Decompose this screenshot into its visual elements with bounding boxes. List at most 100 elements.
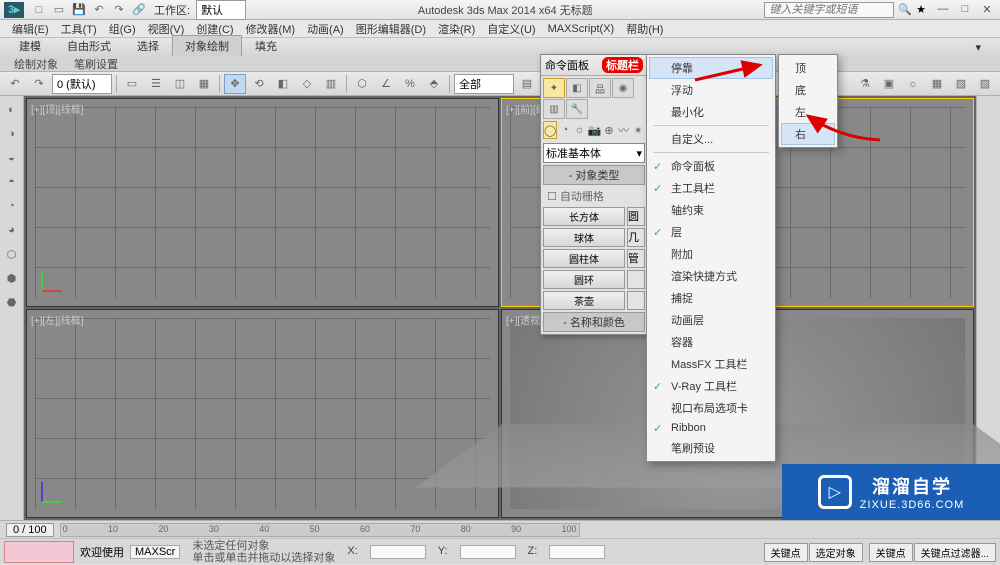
ctx-containers[interactable]: 容器 (649, 331, 773, 353)
ctx-command-panel[interactable]: 命令面板 (649, 155, 773, 177)
systems-icon[interactable]: ✴ (631, 121, 645, 139)
ctx-extras[interactable]: 附加 (649, 243, 773, 265)
menu-animation[interactable]: 动画(A) (301, 21, 350, 37)
selection-filter-dropdown[interactable]: 0 (默认) (52, 74, 112, 94)
snap-toggle-icon[interactable]: ⬡ (351, 74, 373, 94)
help-search-input[interactable] (764, 2, 894, 18)
ctx-customize[interactable]: 自定义... (649, 128, 773, 150)
ctx-main-toolbar[interactable]: 主工具栏 (649, 177, 773, 199)
dock-icon-5[interactable]: ◔ (2, 196, 22, 216)
motion-tab-icon[interactable]: ◉ (612, 78, 634, 98)
set-key-button2[interactable]: 关键点 (869, 543, 913, 562)
tube-stub[interactable]: 管 (627, 249, 645, 268)
qat-open-icon[interactable]: ▭ (50, 2, 68, 18)
qat-save-icon[interactable]: 💾 (70, 2, 88, 18)
teapot-button[interactable]: 茶壶 (543, 291, 625, 310)
vp-label-top[interactable]: [+][顶][线框] (31, 101, 84, 116)
dock-icon-6[interactable]: ◕ (2, 220, 22, 240)
ctx-render-shortcuts[interactable]: 渲染快捷方式 (649, 265, 773, 287)
tb-extra1-icon[interactable]: ▦ (926, 74, 948, 94)
angle-snap-icon[interactable]: ∠ (375, 74, 397, 94)
pyramid-stub[interactable] (627, 270, 645, 289)
qat-new-icon[interactable]: □ (30, 2, 48, 18)
coord-z-input[interactable] (549, 545, 605, 559)
tab-populate[interactable]: 填充 (242, 35, 290, 56)
geosphere-stub[interactable]: 几 (627, 228, 645, 247)
ctx-axis-constraints[interactable]: 轴约束 (649, 199, 773, 221)
select-region-icon[interactable]: ◫ (169, 74, 191, 94)
dock-bottom[interactable]: 底 (781, 79, 835, 101)
ref-coord-icon[interactable]: ◇ (296, 74, 318, 94)
frame-indicator[interactable]: 0 / 100 (6, 523, 54, 537)
dock-top[interactable]: 顶 (781, 57, 835, 79)
move-icon[interactable]: ✥ (224, 74, 246, 94)
cone-stub[interactable]: 圆 (627, 207, 645, 226)
ctx-minimize[interactable]: 最小化 (649, 101, 773, 123)
ctx-vray[interactable]: V-Ray 工具栏 (649, 375, 773, 397)
rotate-icon[interactable]: ⟲ (248, 74, 270, 94)
ctx-massfx[interactable]: MassFX 工具栏 (649, 353, 773, 375)
restore-button[interactable]: □ (956, 3, 974, 16)
mirror-icon[interactable]: ▥ (320, 74, 342, 94)
lights-icon[interactable]: ☼ (573, 121, 587, 139)
align-icon[interactable]: ▤ (516, 74, 538, 94)
dock-right[interactable]: 右 (781, 123, 835, 145)
status-maxscr[interactable]: MAXScr (130, 545, 180, 559)
command-panel-titlebar[interactable]: 命令面板 标题栏 (541, 55, 647, 76)
modify-tab-icon[interactable]: ◧ (566, 78, 588, 98)
menu-help[interactable]: 帮助(H) (620, 21, 669, 37)
dock-icon-3[interactable]: ◒ (2, 148, 22, 168)
close-button[interactable]: ✕ (978, 3, 996, 16)
cylinder-button[interactable]: 圆柱体 (543, 249, 625, 268)
dock-left[interactable]: 左 (781, 101, 835, 123)
ctx-viewport-layout[interactable]: 视口布局选项卡 (649, 397, 773, 419)
ctx-float[interactable]: 浮动 (649, 79, 773, 101)
spinner-snap-icon[interactable]: ⬘ (423, 74, 445, 94)
ctx-ribbon[interactable]: Ribbon (649, 419, 773, 437)
ctx-brush-presets[interactable]: 笔刷预设 (649, 437, 773, 459)
menu-customize[interactable]: 自定义(U) (481, 21, 541, 37)
slider-track[interactable]: 0102030405060708090100 (60, 523, 580, 537)
window-crossing-icon[interactable]: ▦ (193, 74, 215, 94)
ribbon-collapse-icon[interactable]: ▾ (962, 38, 994, 56)
spacewarps-icon[interactable]: 〰 (617, 121, 631, 139)
coord-y-input[interactable] (460, 545, 516, 559)
select-icon[interactable]: ▭ (121, 74, 143, 94)
primitive-type-dropdown[interactable]: 标准基本体▾ (543, 143, 645, 163)
render-icon[interactable]: ☼ (902, 74, 924, 94)
cameras-icon[interactable]: 📷 (588, 121, 602, 139)
redo-icon[interactable]: ↷ (28, 74, 50, 94)
undo-icon[interactable]: ↶ (4, 74, 26, 94)
menu-graph[interactable]: 图形编辑器(D) (350, 21, 432, 37)
subtab-brush-settings[interactable]: 笔刷设置 (66, 56, 126, 72)
ctx-layers[interactable]: 层 (649, 221, 773, 243)
scale-icon[interactable]: ◧ (272, 74, 294, 94)
sphere-button[interactable]: 球体 (543, 228, 625, 247)
status-color-swatch[interactable] (4, 541, 74, 563)
key-filters-button[interactable]: 关键点过滤器... (914, 543, 996, 562)
menu-maxscript[interactable]: MAXScript(X) (542, 23, 621, 35)
dock-icon-2[interactable]: ◑ (2, 124, 22, 144)
workspace-dropdown[interactable]: 默认 (196, 0, 246, 20)
ctx-animation-layers[interactable]: 动画层 (649, 309, 773, 331)
qat-link-icon[interactable]: 🔗 (130, 2, 148, 18)
render-setup-icon[interactable]: ⚗ (854, 74, 876, 94)
tb-extra3-icon[interactable]: ▨ (974, 74, 996, 94)
rollout-name-color[interactable]: - 名称和颜色 (543, 312, 645, 332)
torus-button[interactable]: 圆环 (543, 270, 625, 289)
app-logo-icon[interactable]: 3▸ (4, 2, 24, 18)
tab-selection[interactable]: 选择 (124, 35, 172, 56)
percent-snap-icon[interactable]: % (399, 74, 421, 94)
geometry-icon[interactable]: ◯ (543, 121, 557, 139)
vp-label-left[interactable]: [+][左][线框] (31, 312, 84, 327)
dock-icon-4[interactable]: ◓ (2, 172, 22, 192)
display-tab-icon[interactable]: ▥ (543, 99, 565, 119)
dock-icon-1[interactable]: ◐ (2, 100, 22, 120)
viewport-top[interactable]: [+][顶][线框] (26, 98, 499, 307)
helpers-icon[interactable]: ⊕ (602, 121, 616, 139)
named-set-dropdown[interactable]: 全部 (454, 74, 514, 94)
qat-redo-icon[interactable]: ↷ (110, 2, 128, 18)
selected-obj-button[interactable]: 选定对象 (809, 543, 863, 562)
qat-undo-icon[interactable]: ↶ (90, 2, 108, 18)
tb-extra2-icon[interactable]: ▧ (950, 74, 972, 94)
